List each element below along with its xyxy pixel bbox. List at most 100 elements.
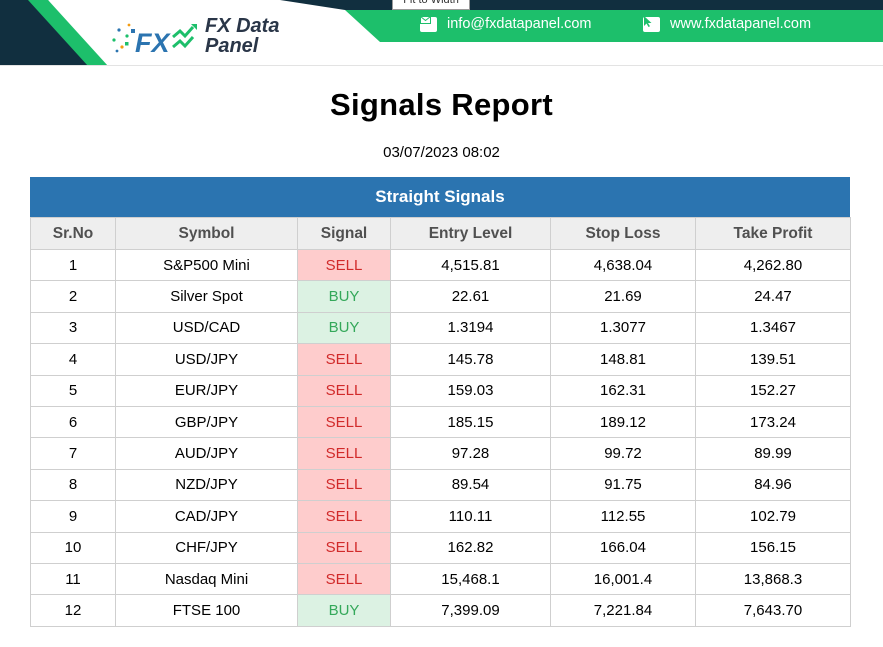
fx-logo-mark: FX [112, 23, 197, 58]
symbol-cell: Silver Spot [115, 280, 298, 313]
stop-loss-cell: 162.31 [550, 374, 696, 407]
table-row: 11 Nasdaq Mini SELL 15,468.1 16,001.4 13,868.… [30, 562, 851, 596]
symbol-cell: NZD/JPY [115, 468, 298, 502]
column-header-entry-level: Entry Level [390, 217, 551, 250]
take-profit-cell: 7,643.70 [695, 594, 851, 627]
email-text: info@fxdatapanel.com [447, 16, 592, 32]
take-profit-cell: 156.15 [695, 531, 851, 564]
sr-no-cell: 1 [30, 248, 116, 282]
take-profit-cell: 152.27 [695, 374, 851, 407]
column-header-take-profit: Take Profit [695, 217, 851, 250]
sr-no-cell: 6 [30, 405, 116, 439]
table-row: 5 EUR/JPY SELL 159.03 162.31 152.27 [30, 374, 851, 407]
signals-table: Sr.No Symbol Signal Entry Level Stop Los… [30, 217, 851, 627]
signal-cell: SELL [297, 248, 391, 282]
entry-level-cell: 159.03 [390, 374, 551, 407]
entry-level-cell: 162.82 [390, 531, 551, 564]
stop-loss-cell: 7,221.84 [550, 594, 696, 627]
table-row: 6 GBP/JPY SELL 185.15 189.12 173.24 [30, 405, 851, 439]
sr-no-cell: 3 [30, 311, 116, 345]
section-title: Straight Signals [30, 177, 850, 217]
entry-level-cell: 15,468.1 [390, 562, 551, 596]
stop-loss-cell: 1.3077 [550, 311, 696, 345]
entry-level-cell: 185.15 [390, 405, 551, 439]
take-profit-cell: 1.3467 [695, 311, 851, 345]
table-row: 4 USD/JPY SELL 145.78 148.81 139.51 [30, 343, 851, 376]
table-row: 1 S&P500 Mini SELL 4,515.81 4,638.04 4,262.80 [30, 248, 851, 282]
take-profit-cell: 84.96 [695, 468, 851, 502]
fit-to-width-tooltip: Fit to Width [392, 0, 470, 10]
signal-cell: SELL [297, 468, 391, 502]
header-banner: Fit to Width FX FX Data Panel info@fxdat… [0, 0, 883, 66]
column-header-srno: Sr.No [30, 217, 116, 250]
symbol-cell: EUR/JPY [115, 374, 298, 407]
signal-cell: BUY [297, 280, 391, 313]
entry-level-cell: 97.28 [390, 437, 551, 470]
take-profit-cell: 139.51 [695, 343, 851, 376]
signals-table-container: Straight Signals Sr.No Symbol Signal Ent… [30, 177, 851, 627]
signal-cell: SELL [297, 500, 391, 533]
signal-cell: SELL [297, 562, 391, 596]
take-profit-cell: 4,262.80 [695, 248, 851, 282]
entry-level-cell: 145.78 [390, 343, 551, 376]
stop-loss-cell: 21.69 [550, 280, 696, 313]
signal-cell: SELL [297, 405, 391, 439]
sr-no-cell: 2 [30, 280, 116, 313]
email-icon [420, 16, 437, 32]
table-body: 1 S&P500 Mini SELL 4,515.81 4,638.04 4,262.80… [30, 248, 851, 627]
cursor-icon [643, 16, 660, 32]
symbol-cell: USD/CAD [115, 311, 298, 345]
report-date: 03/07/2023 08:02 [383, 144, 500, 161]
sr-no-cell: 5 [30, 374, 116, 407]
take-profit-cell: 13,868.3 [695, 562, 851, 596]
sr-no-cell: 11 [30, 562, 116, 596]
entry-level-cell: 22.61 [390, 280, 551, 313]
symbol-cell: CAD/JPY [115, 500, 298, 533]
sr-no-cell: 9 [30, 500, 116, 533]
brand-line1: FX Data [205, 15, 280, 37]
sr-no-cell: 10 [30, 531, 116, 564]
symbol-cell: FTSE 100 [115, 594, 298, 627]
signal-cell: SELL [297, 374, 391, 407]
entry-level-cell: 4,515.81 [390, 248, 551, 282]
stop-loss-cell: 112.55 [550, 500, 696, 533]
sr-no-cell: 8 [30, 468, 116, 502]
take-profit-cell: 173.24 [695, 405, 851, 439]
symbol-cell: CHF/JPY [115, 531, 298, 564]
column-header-signal: Signal [297, 217, 391, 250]
entry-level-cell: 7,399.09 [390, 594, 551, 627]
signal-cell: BUY [297, 594, 391, 627]
sr-no-cell: 4 [30, 343, 116, 376]
stop-loss-cell: 189.12 [550, 405, 696, 439]
stop-loss-cell: 4,638.04 [550, 248, 696, 282]
table-header-row: Sr.No Symbol Signal Entry Level Stop Los… [30, 217, 851, 250]
table-row: 7 AUD/JPY SELL 97.28 99.72 89.99 [30, 437, 851, 470]
brand-line2: Panel [205, 35, 259, 57]
take-profit-cell: 102.79 [695, 500, 851, 533]
symbol-cell: USD/JPY [115, 343, 298, 376]
page-title: Signals Report [330, 87, 553, 122]
brand-name: FX Data Panel [205, 16, 279, 56]
entry-level-cell: 89.54 [390, 468, 551, 502]
table-row: 3 USD/CAD BUY 1.3194 1.3077 1.3467 [30, 311, 851, 345]
entry-level-cell: 1.3194 [390, 311, 551, 345]
stop-loss-cell: 91.75 [550, 468, 696, 502]
symbol-cell: GBP/JPY [115, 405, 298, 439]
entry-level-cell: 110.11 [390, 500, 551, 533]
symbol-cell: AUD/JPY [115, 437, 298, 470]
stop-loss-cell: 166.04 [550, 531, 696, 564]
signal-cell: SELL [297, 343, 391, 376]
sr-no-cell: 7 [30, 437, 116, 470]
stop-loss-cell: 16,001.4 [550, 562, 696, 596]
table-row: 12 FTSE 100 BUY 7,399.09 7,221.84 7,643.70 [30, 594, 851, 627]
stop-loss-cell: 99.72 [550, 437, 696, 470]
contact-email: info@fxdatapanel.com [420, 16, 592, 32]
take-profit-cell: 24.47 [695, 280, 851, 313]
table-row: 8 NZD/JPY SELL 89.54 91.75 84.96 [30, 468, 851, 502]
signal-cell: SELL [297, 531, 391, 564]
signal-cell: SELL [297, 437, 391, 470]
signal-cell: BUY [297, 311, 391, 345]
website-text: www.fxdatapanel.com [670, 16, 812, 32]
symbol-cell: Nasdaq Mini [115, 562, 298, 596]
take-profit-cell: 89.99 [695, 437, 851, 470]
